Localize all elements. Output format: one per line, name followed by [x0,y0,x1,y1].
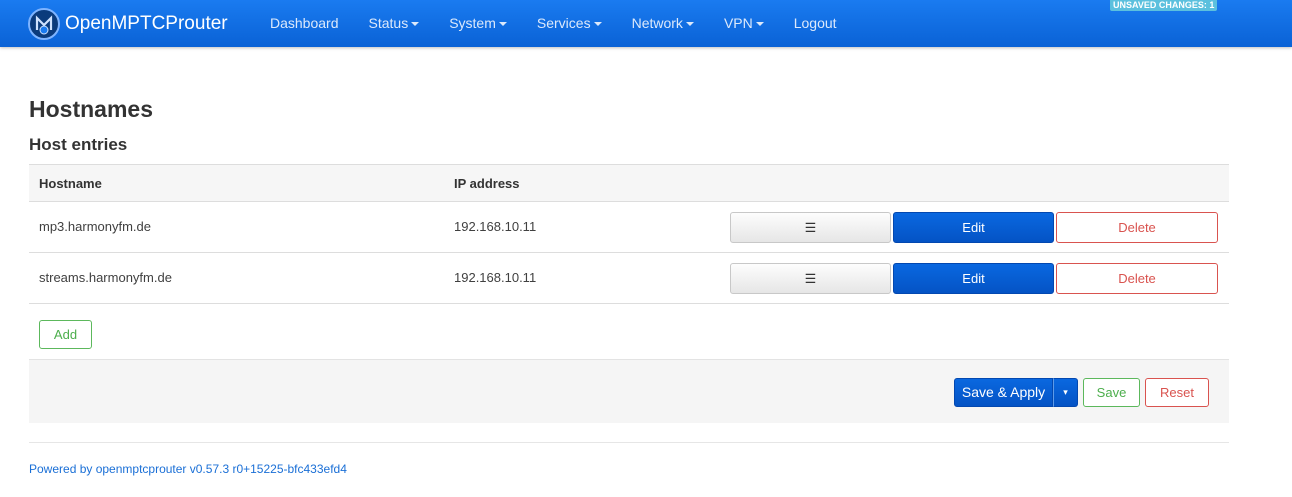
nav-logout-label: Logout [793,15,837,31]
save-apply-button[interactable]: Save & Apply [954,378,1053,407]
openmptcprouter-logo-icon [28,7,60,40]
top-navbar: OpenMPTCProuter Dashboard Status System … [0,0,1292,47]
nav-system[interactable]: System [434,0,522,47]
footer-divider [29,442,1229,443]
nav-status[interactable]: Status [354,0,435,47]
hostname-cell: mp3.harmonyfm.de [39,219,151,234]
nav-system-label: System [449,15,496,31]
brand-name: OpenMPTCProuter [65,12,228,34]
page-title: Hostnames [29,96,153,122]
nav-vpn-label: VPN [723,15,753,31]
hostname-cell: streams.harmonyfm.de [39,270,172,285]
menu-icon: ☰ [804,271,817,286]
save-apply-group: Save & Apply ▾ [954,378,1078,407]
menu-icon: ☰ [804,220,817,235]
brand[interactable]: OpenMPTCProuter [28,2,228,45]
nav-vpn[interactable]: VPN [709,0,779,47]
chevron-down-icon: ▾ [1063,387,1068,397]
nav-network[interactable]: Network [617,0,709,47]
drag-sort-button[interactable]: ☰ [730,212,891,243]
delete-button[interactable]: Delete [1056,263,1218,294]
caret-down-icon [755,22,764,27]
edit-button[interactable]: Edit [893,212,1054,243]
caret-down-icon [593,22,602,27]
main-nav: Dashboard Status System Services Network… [255,0,852,47]
section-title: Host entries [29,135,128,154]
ip-address-cell: 192.168.10.11 [454,270,537,285]
nav-services[interactable]: Services [522,0,617,47]
nav-network-label: Network [631,15,683,31]
nav-dashboard-label: Dashboard [270,15,339,31]
edit-button[interactable]: Edit [893,263,1054,294]
nav-services-label: Services [536,15,591,31]
caret-down-icon [685,22,694,27]
table-row: mp3.harmonyfm.de 192.168.10.11 ☰ Edit De… [29,202,1229,253]
ip-address-cell: 192.168.10.11 [454,219,537,234]
add-button[interactable]: Add [39,320,92,349]
footer-link[interactable]: Powered by openmptcprouter v0.57.3 r0+15… [29,462,347,476]
host-entries-table: Hostname IP address mp3.harmonyfm.de 192… [29,164,1229,304]
save-button[interactable]: Save [1083,378,1140,407]
table-row: streams.harmonyfm.de 192.168.10.11 ☰ Edi… [29,253,1229,304]
caret-down-icon [498,22,507,27]
table-header: Hostname IP address [29,164,1229,202]
caret-down-icon [411,22,420,27]
column-header-ip-address: IP address [454,176,520,191]
nav-dashboard[interactable]: Dashboard [255,0,354,47]
unsaved-changes-badge[interactable]: UNSAVED CHANGES: 1 [1110,0,1218,11]
drag-sort-button[interactable]: ☰ [730,263,891,294]
save-apply-dropdown-button[interactable]: ▾ [1053,378,1078,407]
reset-button[interactable]: Reset [1145,378,1209,407]
column-header-hostname: Hostname [39,176,102,191]
nav-logout[interactable]: Logout [779,0,852,47]
delete-button[interactable]: Delete [1056,212,1218,243]
nav-status-label: Status [368,15,409,31]
form-actions: Save & Apply ▾ Save Reset [29,359,1229,423]
